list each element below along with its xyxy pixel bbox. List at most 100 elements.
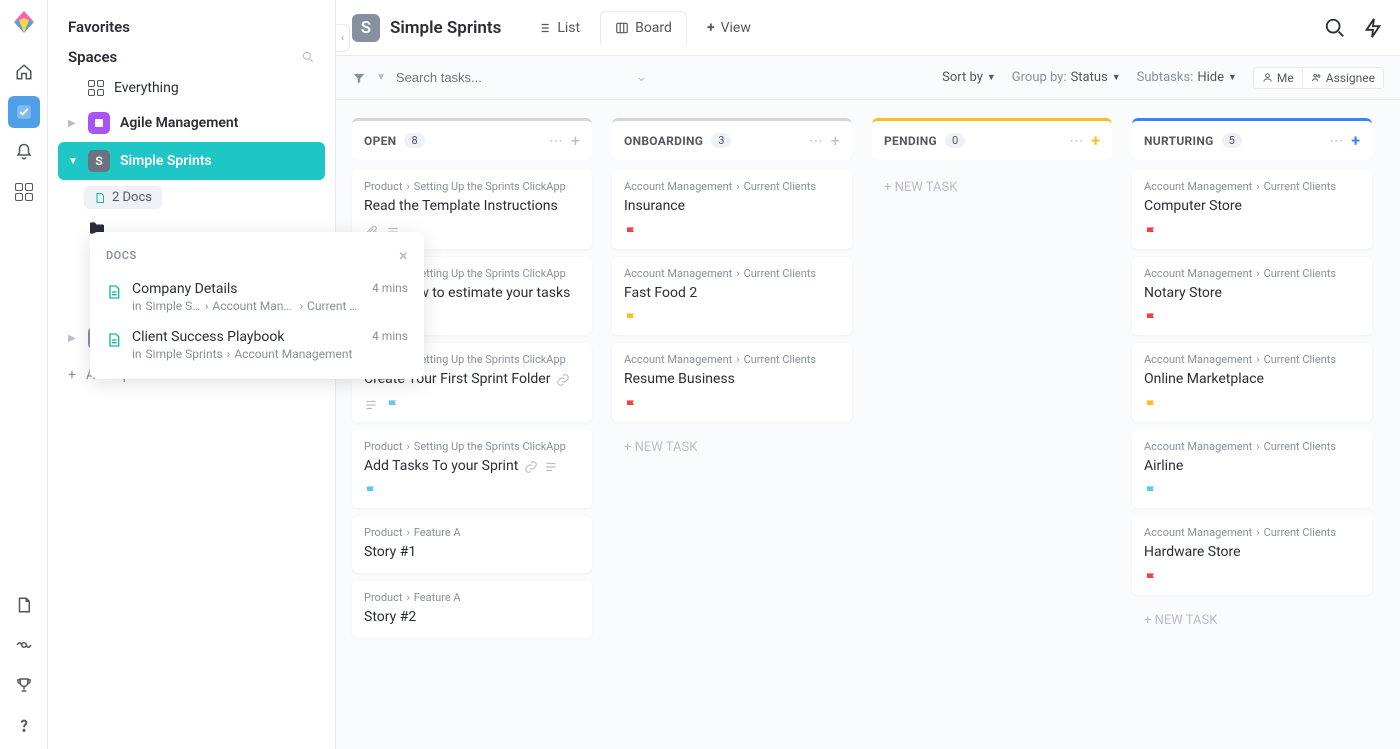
flag-icon: [364, 484, 378, 498]
everything-icon: [88, 80, 104, 96]
favorites-header[interactable]: Favorites: [48, 12, 335, 42]
card-title: Airline: [1144, 457, 1360, 477]
doc-row[interactable]: Client Success Playbook in Simple Sprint…: [90, 321, 424, 369]
doc-row[interactable]: Company Details in Simple Sp…› Account M…: [90, 273, 424, 321]
flag-icon: [1144, 311, 1158, 325]
task-card[interactable]: Product›Setting Up the Sprints ClickApp …: [352, 430, 592, 509]
spaces-header[interactable]: Spaces: [48, 42, 335, 72]
docs-popover-header: DOCS: [106, 249, 137, 262]
card-meta: [1144, 571, 1360, 585]
link-icon: [524, 460, 538, 474]
automation-icon[interactable]: [1362, 17, 1384, 39]
subtasks-button[interactable]: Subtasks: Hide▼: [1137, 70, 1237, 85]
trophy-icon[interactable]: [8, 669, 40, 701]
column-menu-icon[interactable]: ⋯: [809, 133, 823, 149]
add-task-icon[interactable]: +: [571, 131, 580, 150]
new-task-button[interactable]: + NEW TASK: [612, 430, 852, 465]
doc-time: 4 mins: [372, 281, 408, 295]
people-icon: [1311, 72, 1322, 83]
everything-label: Everything: [114, 80, 179, 96]
column-menu-icon[interactable]: ⋯: [1329, 133, 1343, 149]
task-card[interactable]: Account Management›Current Clients Onlin…: [1132, 343, 1372, 422]
card-breadcrumb: Account Management›Current Clients: [624, 353, 840, 366]
tab-list[interactable]: List: [523, 12, 594, 44]
docs-badge[interactable]: 2 Docs: [84, 186, 162, 209]
tab-list-label: List: [557, 20, 580, 36]
card-meta: [364, 484, 580, 498]
sidebar-item-agile[interactable]: ▶ Agile Management: [48, 104, 335, 142]
card-title: Read the Template Instructions: [364, 197, 580, 217]
caret-icon[interactable]: ▶: [68, 118, 78, 129]
list-icon: [537, 21, 551, 35]
task-card[interactable]: Product›Feature A Story #1: [352, 516, 592, 573]
task-card[interactable]: Product›Feature A Story #2: [352, 581, 592, 638]
task-card[interactable]: Account Management›Current Clients Insur…: [612, 170, 852, 249]
search-icon[interactable]: [1324, 17, 1346, 39]
card-breadcrumb: Account Management›Current Clients: [1144, 180, 1360, 193]
card-breadcrumb: Account Management›Current Clients: [1144, 267, 1360, 280]
home-icon[interactable]: [8, 56, 40, 88]
card-breadcrumb: Product›Feature A: [364, 526, 580, 539]
card-title: Fast Food 2: [624, 284, 840, 304]
column-menu-icon[interactable]: ⋯: [549, 133, 563, 149]
card-title: Insurance: [624, 197, 840, 217]
doc-breadcrumb: in Simple Sp…› Account Manag…› Current C…: [132, 299, 362, 313]
title-text: Simple Sprints: [390, 18, 501, 38]
task-card[interactable]: Account Management›Current Clients Resum…: [612, 343, 852, 422]
tasks-icon[interactable]: [8, 96, 40, 128]
card-meta: [364, 398, 580, 412]
sort-button[interactable]: Sort by▼: [942, 70, 996, 85]
card-breadcrumb: Product›Setting Up the Sprints ClickApp: [364, 440, 580, 453]
column-name: NURTURING: [1144, 134, 1214, 148]
add-view-button[interactable]: + View: [693, 12, 765, 44]
sidebar-item-simple-sprints[interactable]: ▼ S Simple Sprints: [58, 142, 325, 180]
filter-area[interactable]: ▼ ⌄: [352, 70, 647, 85]
caret-icon[interactable]: ▶: [68, 333, 78, 344]
assignee-filter-button[interactable]: Assignee: [1303, 67, 1384, 89]
column-menu-icon[interactable]: ⋯: [1069, 133, 1083, 149]
card-title: Notary Store: [1144, 284, 1360, 304]
card-meta: [624, 398, 840, 412]
doc-icon[interactable]: [8, 589, 40, 621]
bell-icon[interactable]: [8, 136, 40, 168]
tab-board[interactable]: Board: [600, 11, 687, 45]
new-task-button[interactable]: + NEW TASK: [1132, 603, 1372, 638]
task-card[interactable]: Account Management›Current Clients Fast …: [612, 257, 852, 336]
caret-icon[interactable]: ▼: [68, 156, 78, 167]
task-card[interactable]: Account Management›Current Clients Notar…: [1132, 257, 1372, 336]
icon-rail: [0, 0, 48, 749]
column-count: 0: [945, 133, 965, 148]
flag-icon: [386, 398, 400, 412]
doc-icon: [106, 331, 122, 349]
chevron-down-icon[interactable]: ⌄: [636, 70, 647, 85]
card-title: Hardware Store: [1144, 543, 1360, 563]
search-icon[interactable]: [301, 50, 315, 64]
link-icon: [556, 373, 570, 387]
pulse-icon[interactable]: [8, 629, 40, 661]
add-task-icon[interactable]: +: [831, 131, 840, 150]
card-breadcrumb: Account Management›Current Clients: [624, 180, 840, 193]
task-card[interactable]: Account Management›Current Clients Compu…: [1132, 170, 1372, 249]
sidebar-item-everything[interactable]: Everything: [48, 72, 335, 104]
help-icon[interactable]: [8, 709, 40, 741]
board-icon: [615, 21, 629, 35]
flag-icon: [1144, 484, 1158, 498]
task-card[interactable]: Account Management›Current Clients Airli…: [1132, 430, 1372, 509]
agile-label: Agile Management: [120, 115, 238, 131]
task-card[interactable]: Account Management›Current Clients Hardw…: [1132, 516, 1372, 595]
doc-icon: [106, 283, 122, 301]
main-header: S Simple Sprints List Board + View: [336, 0, 1400, 56]
dashboard-icon[interactable]: [8, 176, 40, 208]
me-filter-button[interactable]: Me: [1253, 67, 1303, 89]
new-task-button[interactable]: + NEW TASK: [872, 170, 1112, 205]
card-breadcrumb: Account Management›Current Clients: [1144, 440, 1360, 453]
card-breadcrumb: Account Management›Current Clients: [1144, 353, 1360, 366]
group-button[interactable]: Group by: Status▼: [1012, 70, 1121, 85]
close-icon[interactable]: ×: [399, 246, 408, 265]
card-title: Add Tasks To your Sprint: [364, 457, 580, 477]
search-input[interactable]: [396, 70, 546, 85]
add-task-icon[interactable]: +: [1351, 131, 1360, 150]
flag-icon: [624, 398, 638, 412]
collapse-sidebar-button[interactable]: ‹: [336, 24, 350, 52]
add-task-icon[interactable]: +: [1091, 131, 1100, 150]
